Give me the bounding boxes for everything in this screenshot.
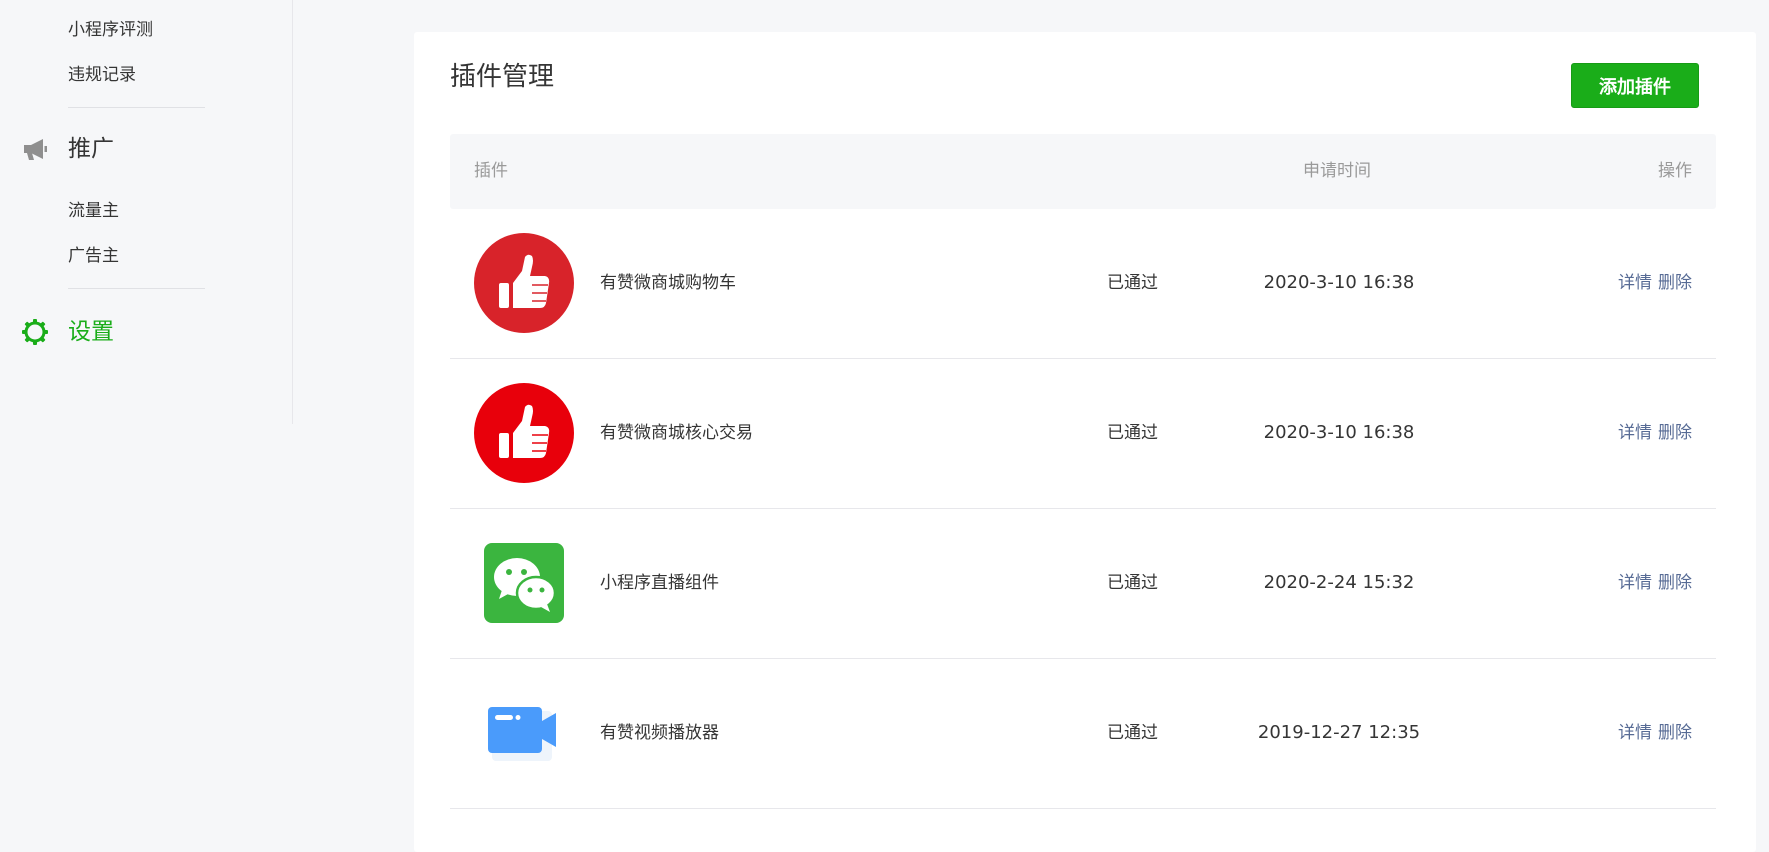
column-header-ops: 操作: [1658, 161, 1692, 181]
thumbs-up-icon: [474, 233, 574, 333]
detail-link[interactable]: 详情: [1618, 723, 1652, 743]
status-badge: 已通过: [1107, 723, 1158, 743]
sidebar-section-label: 推广: [68, 136, 114, 162]
table-row: 有赞视频播放器 已通过 2019-12-27 12:35 详情 删除: [450, 659, 1716, 809]
status-badge: 已通过: [1107, 273, 1158, 293]
sidebar-section-label: 设置: [68, 319, 114, 345]
table-row: 小程序直播组件 已通过 2020-2-24 15:32 详情 删除: [450, 509, 1716, 659]
apply-time: 2020-2-24 15:32: [1263, 572, 1415, 593]
delete-link[interactable]: 删除: [1658, 723, 1692, 743]
detail-link[interactable]: 详情: [1618, 423, 1652, 443]
wechat-icon: [474, 533, 574, 633]
megaphone-icon: [20, 134, 50, 164]
delete-link[interactable]: 删除: [1658, 423, 1692, 443]
sidebar: 小程序评测 违规记录 推广 流量主 广告主 设置: [0, 0, 293, 424]
sidebar-divider: [68, 288, 205, 289]
row-actions: 详情 删除: [1618, 209, 1692, 357]
plugin-name: 小程序直播组件: [600, 573, 719, 593]
plugin-list: 有赞微商城购物车 已通过 2020-3-10 16:38 详情 删除 有赞微商城核…: [450, 209, 1716, 809]
row-actions: 详情 删除: [1618, 359, 1692, 507]
apply-time: 2020-3-10 16:38: [1263, 422, 1415, 443]
sidebar-item-traffic-owner[interactable]: 流量主: [68, 199, 119, 223]
apply-time: 2019-12-27 12:35: [1257, 722, 1421, 743]
detail-link[interactable]: 详情: [1618, 273, 1652, 293]
row-actions: 详情 删除: [1618, 509, 1692, 657]
sidebar-item-advertiser[interactable]: 广告主: [68, 244, 119, 268]
row-actions: 详情 删除: [1618, 659, 1692, 807]
table-header: 插件 申请时间 操作: [450, 134, 1716, 209]
sidebar-divider: [68, 107, 205, 108]
status-badge: 已通过: [1107, 423, 1158, 443]
table-row: 有赞微商城核心交易 已通过 2020-3-10 16:38 详情 删除: [450, 359, 1716, 509]
delete-link[interactable]: 删除: [1658, 573, 1692, 593]
column-header-plugin: 插件: [474, 161, 508, 181]
status-badge: 已通过: [1107, 573, 1158, 593]
detail-link[interactable]: 详情: [1618, 573, 1652, 593]
apply-time: 2020-3-10 16:38: [1263, 272, 1415, 293]
delete-link[interactable]: 删除: [1658, 273, 1692, 293]
page-title: 插件管理: [450, 62, 555, 92]
thumbs-up-icon: [474, 383, 574, 483]
table-row: 有赞微商城购物车 已通过 2020-3-10 16:38 详情 删除: [450, 209, 1716, 359]
plugin-name: 有赞微商城购物车: [600, 273, 736, 293]
add-plugin-button[interactable]: 添加插件: [1571, 63, 1699, 108]
plugin-management-card: 插件管理 添加插件 插件 申请时间 操作 有赞微商城购物车 已通过 2020-3…: [414, 32, 1756, 852]
sidebar-item-mini-program-review[interactable]: 小程序评测: [68, 18, 153, 42]
plugin-name: 有赞视频播放器: [600, 723, 719, 743]
sidebar-section-settings[interactable]: 设置: [20, 316, 114, 348]
gear-icon: [20, 317, 50, 347]
sidebar-item-violation-records[interactable]: 违规记录: [68, 63, 136, 87]
plugin-name: 有赞微商城核心交易: [600, 423, 753, 443]
video-camera-icon: [474, 683, 574, 783]
sidebar-section-promotion[interactable]: 推广: [20, 133, 114, 165]
